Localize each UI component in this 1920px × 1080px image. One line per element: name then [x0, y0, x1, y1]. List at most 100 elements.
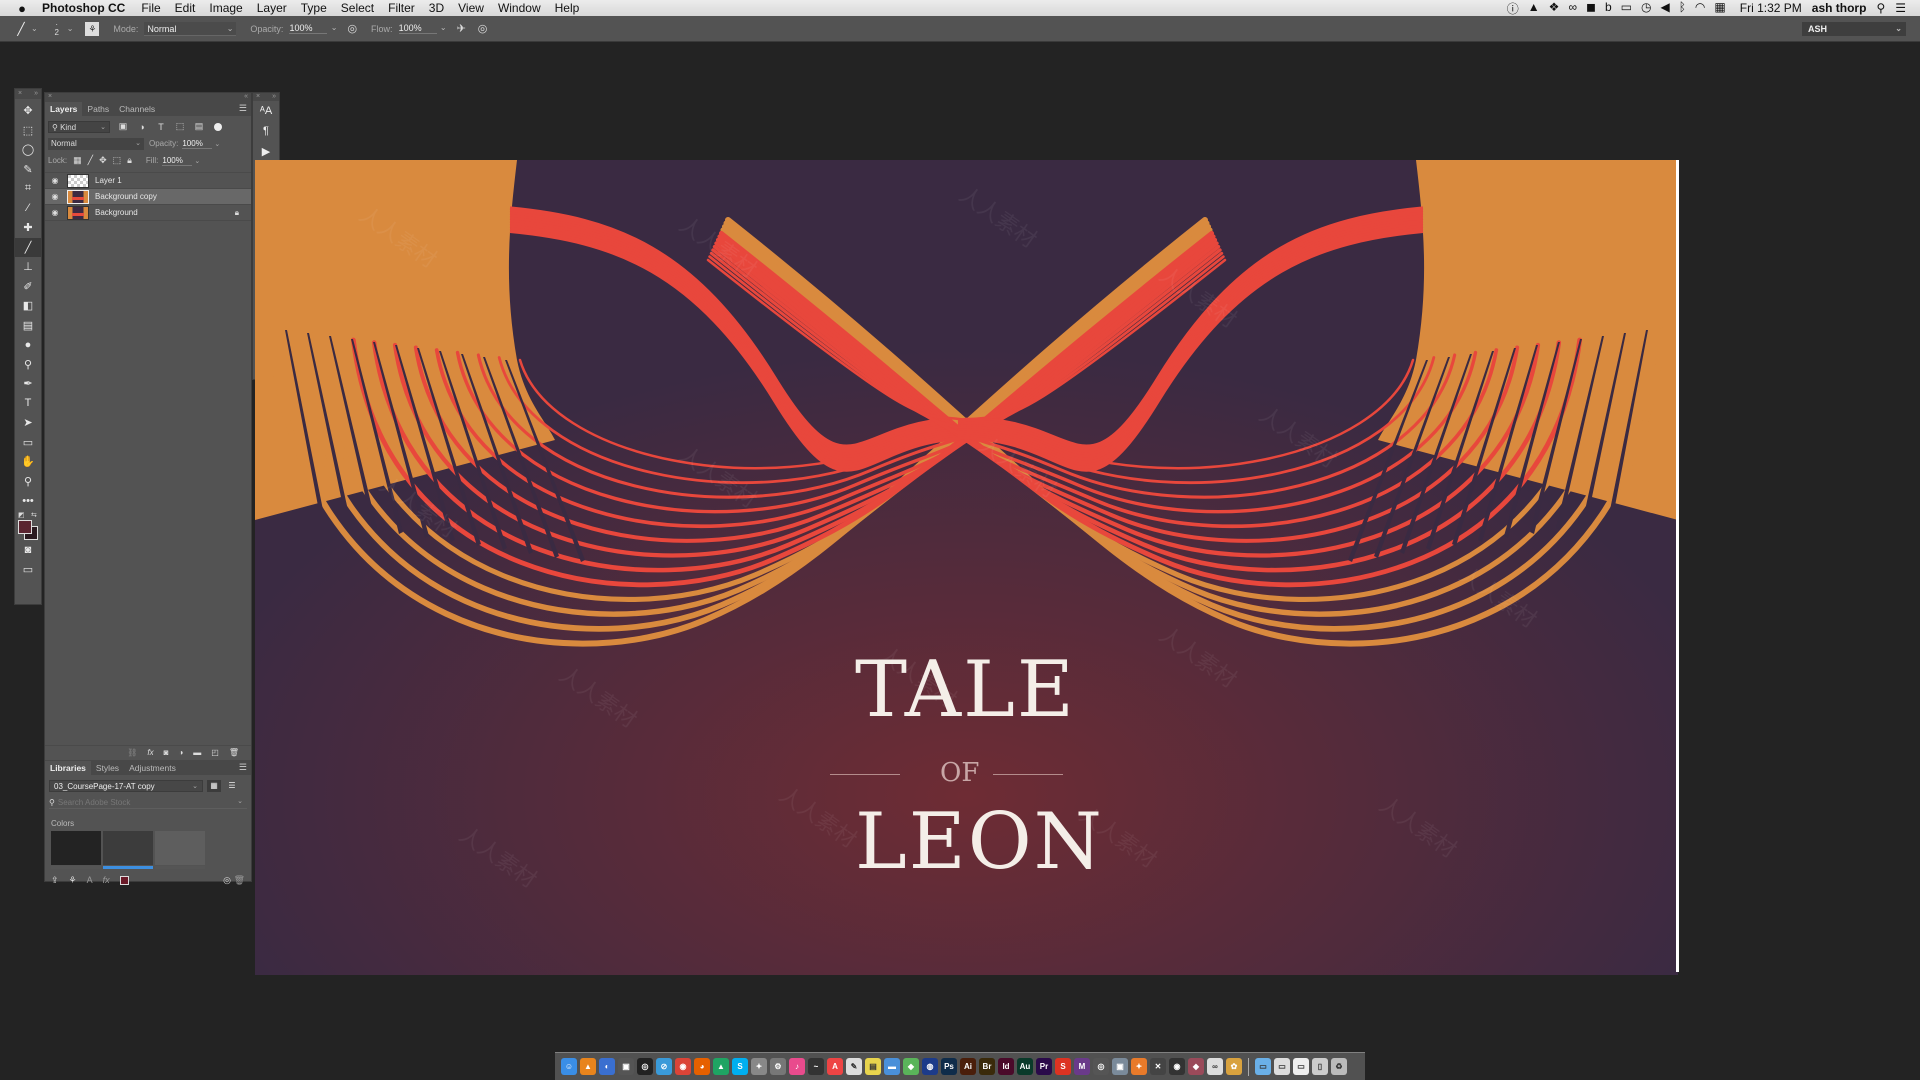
- dock-preview-icon[interactable]: ✦: [751, 1058, 767, 1075]
- history-brush-tool-icon[interactable]: ✐: [15, 277, 41, 297]
- notification-center-icon[interactable]: ☰: [1895, 1, 1906, 15]
- type-tool-icon[interactable]: T: [15, 394, 41, 414]
- close-icon[interactable]: ×: [48, 93, 52, 101]
- dock-folder-downloads-icon[interactable]: ▭: [1255, 1058, 1271, 1075]
- dock-indesign-icon[interactable]: Id: [998, 1058, 1014, 1075]
- dock-app-flower-icon[interactable]: ✿: [1226, 1058, 1242, 1075]
- dock-google-drive-icon[interactable]: ▲: [713, 1058, 729, 1075]
- user-menu[interactable]: ash thorp: [1812, 1, 1867, 15]
- clock[interactable]: Fri 1:32 PM: [1740, 1, 1802, 15]
- lock-position-icon[interactable]: ✥: [99, 155, 107, 166]
- dock-folder-documents-icon[interactable]: ▭: [1293, 1058, 1309, 1075]
- quick-mask-icon[interactable]: ◙: [15, 541, 41, 561]
- layer-name[interactable]: Layer 1: [95, 176, 122, 185]
- filter-pixel-icon[interactable]: ▣: [117, 121, 129, 132]
- filter-smart-object-icon[interactable]: ▤: [193, 121, 205, 132]
- creative-cloud-sync-icon[interactable]: ◎: [223, 875, 231, 886]
- chevron-down-icon[interactable]: ⌄: [237, 797, 243, 805]
- dock-cinema4d-icon[interactable]: ◍: [922, 1058, 938, 1075]
- grid-view-icon[interactable]: ▦: [207, 779, 221, 792]
- dock-safari-icon[interactable]: ⊘: [656, 1058, 672, 1075]
- bluetooth-icon[interactable]: ᛒ: [1679, 0, 1686, 17]
- menu-file[interactable]: File: [141, 1, 160, 15]
- dock-folder-desktop-icon[interactable]: ▭: [1274, 1058, 1290, 1075]
- library-color-swatch[interactable]: [155, 831, 205, 869]
- foreground-color-swatch[interactable]: [18, 519, 32, 534]
- layer-opacity-input[interactable]: 100%: [182, 139, 213, 149]
- panel-topbar[interactable]: × «: [45, 93, 251, 101]
- fill-input[interactable]: 100%: [162, 156, 193, 166]
- menu-filter[interactable]: Filter: [388, 1, 415, 15]
- visibility-eye-icon[interactable]: ◉: [47, 192, 63, 201]
- screen-mode-icon[interactable]: ▭: [15, 560, 41, 580]
- dock-app-cube-icon[interactable]: ◆: [1188, 1058, 1204, 1075]
- dock-textedit-icon[interactable]: ✎: [846, 1058, 862, 1075]
- tab-paths[interactable]: Paths: [82, 102, 114, 116]
- layer-row[interactable]: ◉ Layer 1: [45, 173, 251, 189]
- move-tool-icon[interactable]: ✥: [15, 101, 41, 121]
- filter-type-icon[interactable]: T: [155, 122, 167, 132]
- panel-menu-icon[interactable]: ☰: [239, 762, 247, 773]
- opacity-input[interactable]: 100% ⌄: [289, 23, 337, 34]
- apple-menu-icon[interactable]: ●: [14, 1, 30, 16]
- document-canvas[interactable]: TALE OF LEON 人人素材人人素材人人素材人人素材人人素材人人素材人人素…: [255, 160, 1678, 975]
- dock-vlc-icon[interactable]: ▲: [580, 1058, 596, 1075]
- healing-brush-tool-icon[interactable]: ✚: [15, 218, 41, 238]
- pressure-size-icon[interactable]: ◎: [478, 22, 488, 35]
- paragraph-styles-icon[interactable]: ¶: [253, 121, 279, 141]
- menu-view[interactable]: View: [458, 1, 484, 15]
- b-icon[interactable]: b: [1605, 0, 1612, 17]
- 1password-icon[interactable]: ⓘ: [1507, 0, 1519, 17]
- path-selection-tool-icon[interactable]: ➤: [15, 413, 41, 433]
- menu-select[interactable]: Select: [341, 1, 374, 15]
- spotlight-icon[interactable]: ⚲: [1876, 1, 1885, 15]
- blur-tool-icon[interactable]: ●: [15, 335, 41, 355]
- filter-toggle[interactable]: [214, 122, 222, 131]
- mode-select[interactable]: Normal ⌄: [144, 21, 237, 36]
- filter-shape-icon[interactable]: ⬚: [174, 121, 186, 132]
- library-select[interactable]: 03_CoursePage-17-AT copy ⌄: [49, 779, 203, 792]
- add-character-style-icon[interactable]: A: [87, 875, 93, 885]
- dock-skype-icon[interactable]: S: [732, 1058, 748, 1075]
- dock-app-image-icon[interactable]: ▣: [1112, 1058, 1128, 1075]
- dock-sketchbook-icon[interactable]: S: [1055, 1058, 1071, 1075]
- dock-app-scope-icon[interactable]: ◉: [1169, 1058, 1185, 1075]
- fx-icon[interactable]: fx: [147, 748, 153, 757]
- dock-premiere-icon[interactable]: Pr: [1036, 1058, 1052, 1075]
- panel-menu-icon[interactable]: ☰: [239, 103, 247, 114]
- visibility-eye-icon[interactable]: ◉: [47, 176, 63, 185]
- dock-app-spiral-icon[interactable]: ◎: [1093, 1058, 1109, 1075]
- new-group-icon[interactable]: ▬: [193, 748, 201, 757]
- stock-search-placeholder[interactable]: Search Adobe Stock: [58, 798, 131, 807]
- add-layer-style-icon[interactable]: fx: [103, 875, 110, 885]
- tab-layers[interactable]: Layers: [45, 102, 83, 116]
- dock-app-link-icon[interactable]: ∞: [1207, 1058, 1223, 1075]
- dock-motion-icon[interactable]: M: [1074, 1058, 1090, 1075]
- character-styles-icon[interactable]: ᴬA: [253, 101, 279, 121]
- library-color-swatch[interactable]: [103, 831, 153, 869]
- brush-size-picker[interactable]: · 2: [50, 20, 64, 37]
- more-tools-icon[interactable]: •••: [15, 491, 41, 511]
- time-machine-icon[interactable]: ◷: [1641, 0, 1651, 17]
- collapse-icon[interactable]: »: [34, 89, 38, 99]
- eraser-tool-icon[interactable]: ◧: [15, 296, 41, 316]
- dock-photo-booth-icon[interactable]: ▣: [618, 1058, 634, 1075]
- chevron-down-icon[interactable]: ⌄: [67, 24, 74, 33]
- dock-stickies-icon[interactable]: ▤: [865, 1058, 881, 1075]
- tab-libraries[interactable]: Libraries: [45, 761, 91, 775]
- dock-itunes-icon[interactable]: ♪: [789, 1058, 805, 1075]
- close-icon[interactable]: ×: [18, 89, 22, 99]
- menu-3d[interactable]: 3D: [429, 1, 444, 15]
- messages-icon[interactable]: ◼: [1586, 0, 1596, 17]
- dock-finder-icon[interactable]: ☺: [561, 1058, 577, 1075]
- expand-icon[interactable]: »: [272, 93, 276, 101]
- dock-firefox-icon[interactable]: ◕: [694, 1058, 710, 1075]
- creative-cloud-icon[interactable]: ∞: [1568, 0, 1577, 17]
- dock-folder-stack-icon[interactable]: ▯: [1312, 1058, 1328, 1075]
- visibility-eye-icon[interactable]: ◉: [47, 208, 63, 217]
- layer-row[interactable]: ◉ Background copy: [45, 189, 251, 205]
- brush-tool-icon[interactable]: ╱: [15, 237, 41, 257]
- eyedropper-tool-icon[interactable]: ⁄: [15, 199, 41, 219]
- dock-audition-icon[interactable]: Au: [1017, 1058, 1033, 1075]
- zoom-tool-icon[interactable]: ⚲: [15, 472, 41, 492]
